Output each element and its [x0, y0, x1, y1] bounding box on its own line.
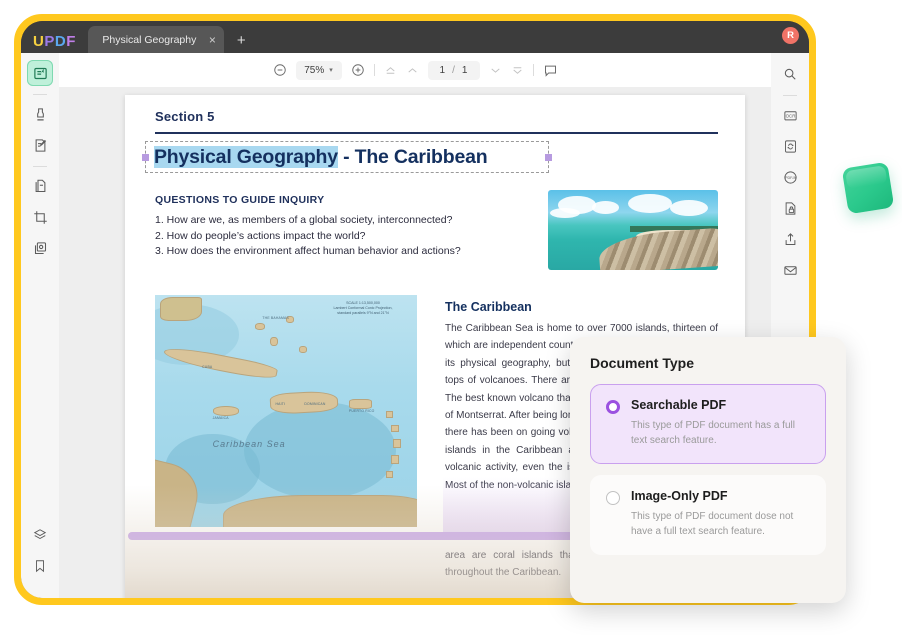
option-label: Image-Only PDF [631, 489, 810, 503]
decorative-green-cube [842, 162, 895, 215]
last-page-button[interactable] [511, 64, 524, 77]
logo-letter-p: P [44, 33, 55, 50]
logo-letter-d: D [55, 33, 66, 50]
highlighter-icon [33, 107, 48, 122]
updf-logo: UPDF [21, 34, 88, 53]
ocr-icon: OCR [783, 108, 798, 123]
tool-share[interactable] [777, 226, 803, 252]
next-page-button[interactable] [489, 64, 502, 77]
pages-icon [33, 179, 48, 194]
document-type-panel[interactable]: Document Type Searchable PDF This type o… [570, 337, 846, 603]
convert-icon [783, 139, 798, 154]
batch-process-icon [33, 241, 48, 256]
svg-text:PDF/A: PDF/A [784, 176, 796, 180]
bookmark-icon [33, 559, 47, 573]
sidebar-item-bookmark[interactable] [27, 553, 53, 579]
left-toolbar [21, 53, 59, 598]
zoom-out-button[interactable] [273, 63, 287, 77]
tool-pdf-a[interactable]: PDF/A [777, 164, 803, 190]
photo-breakwater [598, 227, 718, 270]
caribbean-beach-photo [548, 190, 718, 270]
toolbar-divider-1 [374, 64, 375, 76]
right-rail-divider [783, 95, 797, 96]
resize-handle-left[interactable] [142, 154, 149, 161]
sidebar-item-crop[interactable] [27, 204, 53, 230]
map-scale-legend: SCALE 1:13,500,000 Lambert Conformal Con… [317, 301, 409, 339]
total-pages-value: 1 [462, 65, 468, 76]
radio-button-unselected[interactable] [606, 491, 620, 505]
title-bar: UPDF Physical Geography × + R [21, 21, 809, 53]
option-image-only-pdf[interactable]: Image-Only PDF This type of PDF document… [590, 475, 826, 555]
prev-page-button[interactable] [406, 64, 419, 77]
option-label: Searchable PDF [631, 398, 810, 412]
toolbar-divider-2 [533, 64, 534, 76]
search-icon [783, 67, 797, 81]
comment-button[interactable] [543, 63, 558, 78]
tool-search[interactable] [777, 61, 803, 87]
sidebar-item-organize[interactable] [27, 173, 53, 199]
map-sea-label: Caribbean Sea [213, 439, 286, 449]
caribbean-heading: The Caribbean [445, 300, 532, 314]
title-rule [155, 132, 718, 134]
logo-letter-u: U [33, 33, 44, 50]
map-scale-line2: standard parallels 9°N and 21°N [317, 311, 409, 316]
pdf-a-icon: PDF/A [783, 170, 798, 185]
title-selection-box[interactable]: Physical Geography - The Caribbean [145, 141, 549, 173]
section-label: Section 5 [155, 109, 721, 124]
option-description: This type of PDF document has a full tex… [631, 418, 810, 448]
sidebar-item-annotate[interactable] [27, 101, 53, 127]
logo-letter-f: F [66, 33, 76, 50]
avatar[interactable]: R [782, 27, 799, 44]
caribbean-map-image: THE BAHAMAS CUBA JAMAICA HAITI DOMINICAN… [155, 295, 417, 527]
tool-convert[interactable] [777, 133, 803, 159]
reader-icon [33, 66, 48, 81]
page-title: Physical Geography - The Caribbean [154, 146, 487, 169]
tool-email[interactable] [777, 257, 803, 283]
zoom-level-select[interactable]: 75% ▾ [296, 61, 342, 80]
radio-button-selected[interactable] [606, 400, 620, 414]
rail-divider-1 [33, 94, 47, 95]
chevron-down-icon: ▾ [329, 66, 333, 74]
current-page-value: 1 [440, 65, 446, 76]
layers-icon [33, 528, 47, 542]
lock-document-icon [783, 201, 798, 216]
tool-ocr[interactable]: OCR [777, 102, 803, 128]
sidebar-item-batch[interactable] [27, 235, 53, 261]
page-separator: / [452, 65, 455, 76]
option-description: This type of PDF document dose not have … [631, 509, 810, 539]
page-indicator[interactable]: 1 / 1 [428, 61, 480, 80]
sidebar-item-edit[interactable] [27, 132, 53, 158]
sidebar-item-reader[interactable] [27, 60, 53, 86]
email-icon [783, 263, 798, 278]
zoom-level-value: 75% [304, 65, 324, 76]
title-rest-text: - The Caribbean [338, 146, 488, 168]
tool-protect[interactable] [777, 195, 803, 221]
title-highlighted-text: Physical Geography [154, 146, 338, 168]
rail-divider-2 [33, 166, 47, 167]
svg-text:OCR: OCR [785, 113, 795, 118]
tab-physical-geography[interactable]: Physical Geography × [88, 26, 224, 53]
new-tab-button[interactable]: + [224, 33, 246, 53]
tab-label: Physical Geography [102, 34, 197, 46]
resize-handle-right[interactable] [545, 154, 552, 161]
crop-icon [33, 210, 48, 225]
document-toolbar: 75% ▾ 1 / 1 [59, 53, 771, 87]
first-page-button[interactable] [384, 64, 397, 77]
option-searchable-pdf[interactable]: Searchable PDF This type of PDF document… [590, 384, 826, 464]
zoom-in-button[interactable] [351, 63, 365, 77]
edit-document-icon [33, 138, 48, 153]
sidebar-item-layers[interactable] [27, 522, 53, 548]
close-icon[interactable]: × [209, 34, 216, 46]
document-type-title: Document Type [590, 355, 826, 371]
share-icon [783, 232, 798, 247]
